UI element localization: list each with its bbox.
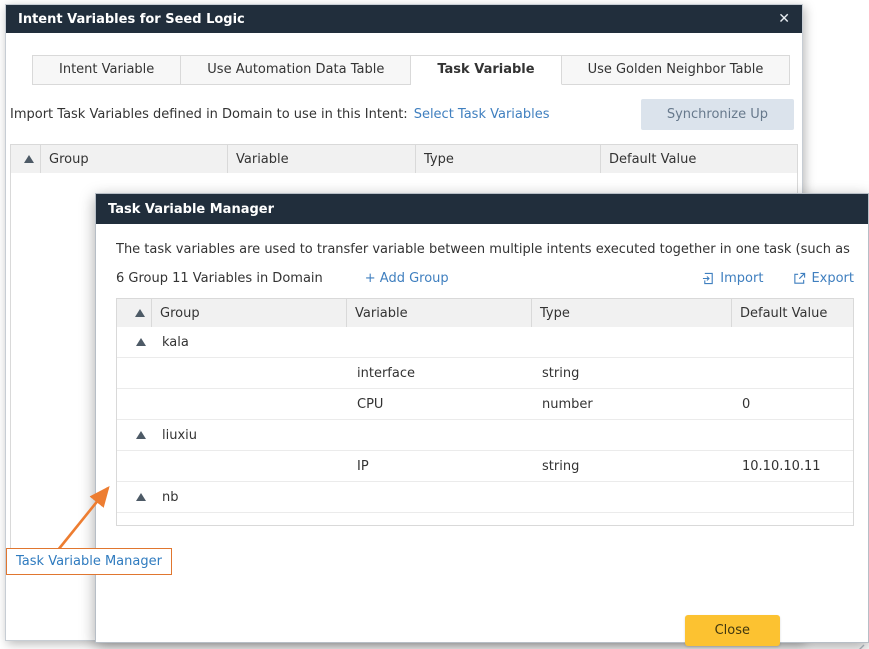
collapse-all-icon[interactable]: [24, 155, 34, 163]
collapse-group-icon[interactable]: [136, 338, 146, 346]
import-hint-row: Import Task Variables defined in Domain …: [10, 99, 798, 130]
tab-use-golden-neighbor-table[interactable]: Use Golden Neighbor Table: [562, 55, 791, 85]
import-hint-text: Import Task Variables defined in Domain …: [10, 107, 408, 122]
group-name: liuxiu: [152, 428, 347, 443]
resize-handle[interactable]: [853, 640, 865, 649]
column-header-type: Type: [416, 145, 601, 173]
variable-type: string: [532, 366, 732, 381]
import-link[interactable]: Import: [702, 271, 763, 286]
column-header-group: Group: [152, 299, 347, 327]
column-header-group: Group: [41, 145, 228, 173]
table-row-group[interactable]: kala: [117, 327, 853, 358]
synchronize-up-button[interactable]: Synchronize Up: [641, 99, 794, 130]
variable-type: string: [532, 459, 732, 474]
close-icon[interactable]: ✕: [778, 11, 790, 27]
import-icon: [702, 272, 715, 285]
export-label: Export: [811, 271, 854, 286]
tab-task-variable[interactable]: Task Variable: [411, 55, 561, 85]
table-row-variable[interactable]: interface string: [117, 358, 853, 389]
manager-header: Task Variable Manager: [96, 194, 868, 224]
close-button[interactable]: Close: [685, 615, 780, 646]
tab-bar: Intent Variable Use Automation Data Tabl…: [32, 55, 798, 85]
collapse-all-icon[interactable]: [135, 309, 145, 317]
column-header-variable: Variable: [347, 299, 532, 327]
manager-table-header: Group Variable Type Default Value: [117, 299, 853, 327]
table-row-group[interactable]: liuxiu: [117, 420, 853, 451]
intent-dialog-header: Intent Variables for Seed Logic ✕: [6, 5, 802, 33]
collapse-group-icon[interactable]: [136, 493, 146, 501]
import-export-links: Import Export: [702, 271, 854, 286]
intent-table-expander-header: [11, 145, 41, 173]
export-icon: [793, 272, 806, 285]
group-name: kala: [152, 335, 347, 350]
variable-default-value: 0: [732, 397, 853, 412]
manager-table-expander-header: [117, 299, 152, 327]
intent-table-header: Group Variable Type Default Value: [11, 145, 797, 173]
manager-summary-row: 6 Group 11 Variables in Domain + Add Gro…: [116, 271, 854, 286]
import-label: Import: [720, 271, 763, 286]
tab-use-automation-data-table[interactable]: Use Automation Data Table: [181, 55, 411, 85]
column-header-type: Type: [532, 299, 732, 327]
screen: Intent Variables for Seed Logic ✕ Intent…: [0, 0, 869, 649]
tab-intent-variable[interactable]: Intent Variable: [32, 55, 181, 85]
column-header-variable: Variable: [228, 145, 416, 173]
table-footer-space: [117, 513, 853, 525]
variable-name: IP: [347, 459, 532, 474]
expander-cell: [117, 338, 152, 346]
manager-body: The task variables are used to transfer …: [96, 242, 868, 649]
group-name: nb: [152, 490, 347, 505]
table-row-variable[interactable]: IP string 10.10.10.11: [117, 451, 853, 482]
expander-cell: [117, 493, 152, 501]
add-group-link[interactable]: + Add Group: [365, 271, 449, 286]
collapse-group-icon[interactable]: [136, 431, 146, 439]
expander-cell: [117, 431, 152, 439]
manager-title: Task Variable Manager: [108, 202, 274, 217]
variable-name: CPU: [347, 397, 532, 412]
annotation-label: Task Variable Manager: [6, 548, 172, 575]
table-row-group[interactable]: nb: [117, 482, 853, 513]
intent-dialog-title: Intent Variables for Seed Logic: [18, 12, 245, 27]
table-row-variable[interactable]: CPU number 0: [117, 389, 853, 420]
column-header-default-value: Default Value: [732, 299, 853, 327]
manager-description: The task variables are used to transfer …: [116, 242, 854, 257]
select-task-variables-link[interactable]: Select Task Variables: [414, 107, 550, 122]
column-header-default-value: Default Value: [601, 145, 797, 173]
variable-name: interface: [347, 366, 532, 381]
export-link[interactable]: Export: [793, 271, 854, 286]
annotation-label-text: Task Variable Manager: [16, 554, 162, 569]
manager-table: Group Variable Type Default Value kala: [116, 298, 854, 526]
group-variable-count: 6 Group 11 Variables in Domain: [116, 271, 323, 286]
task-variable-manager-modal: Task Variable Manager The task variables…: [95, 193, 869, 643]
variable-type: number: [532, 397, 732, 412]
variable-default-value: 10.10.10.11: [732, 459, 853, 474]
